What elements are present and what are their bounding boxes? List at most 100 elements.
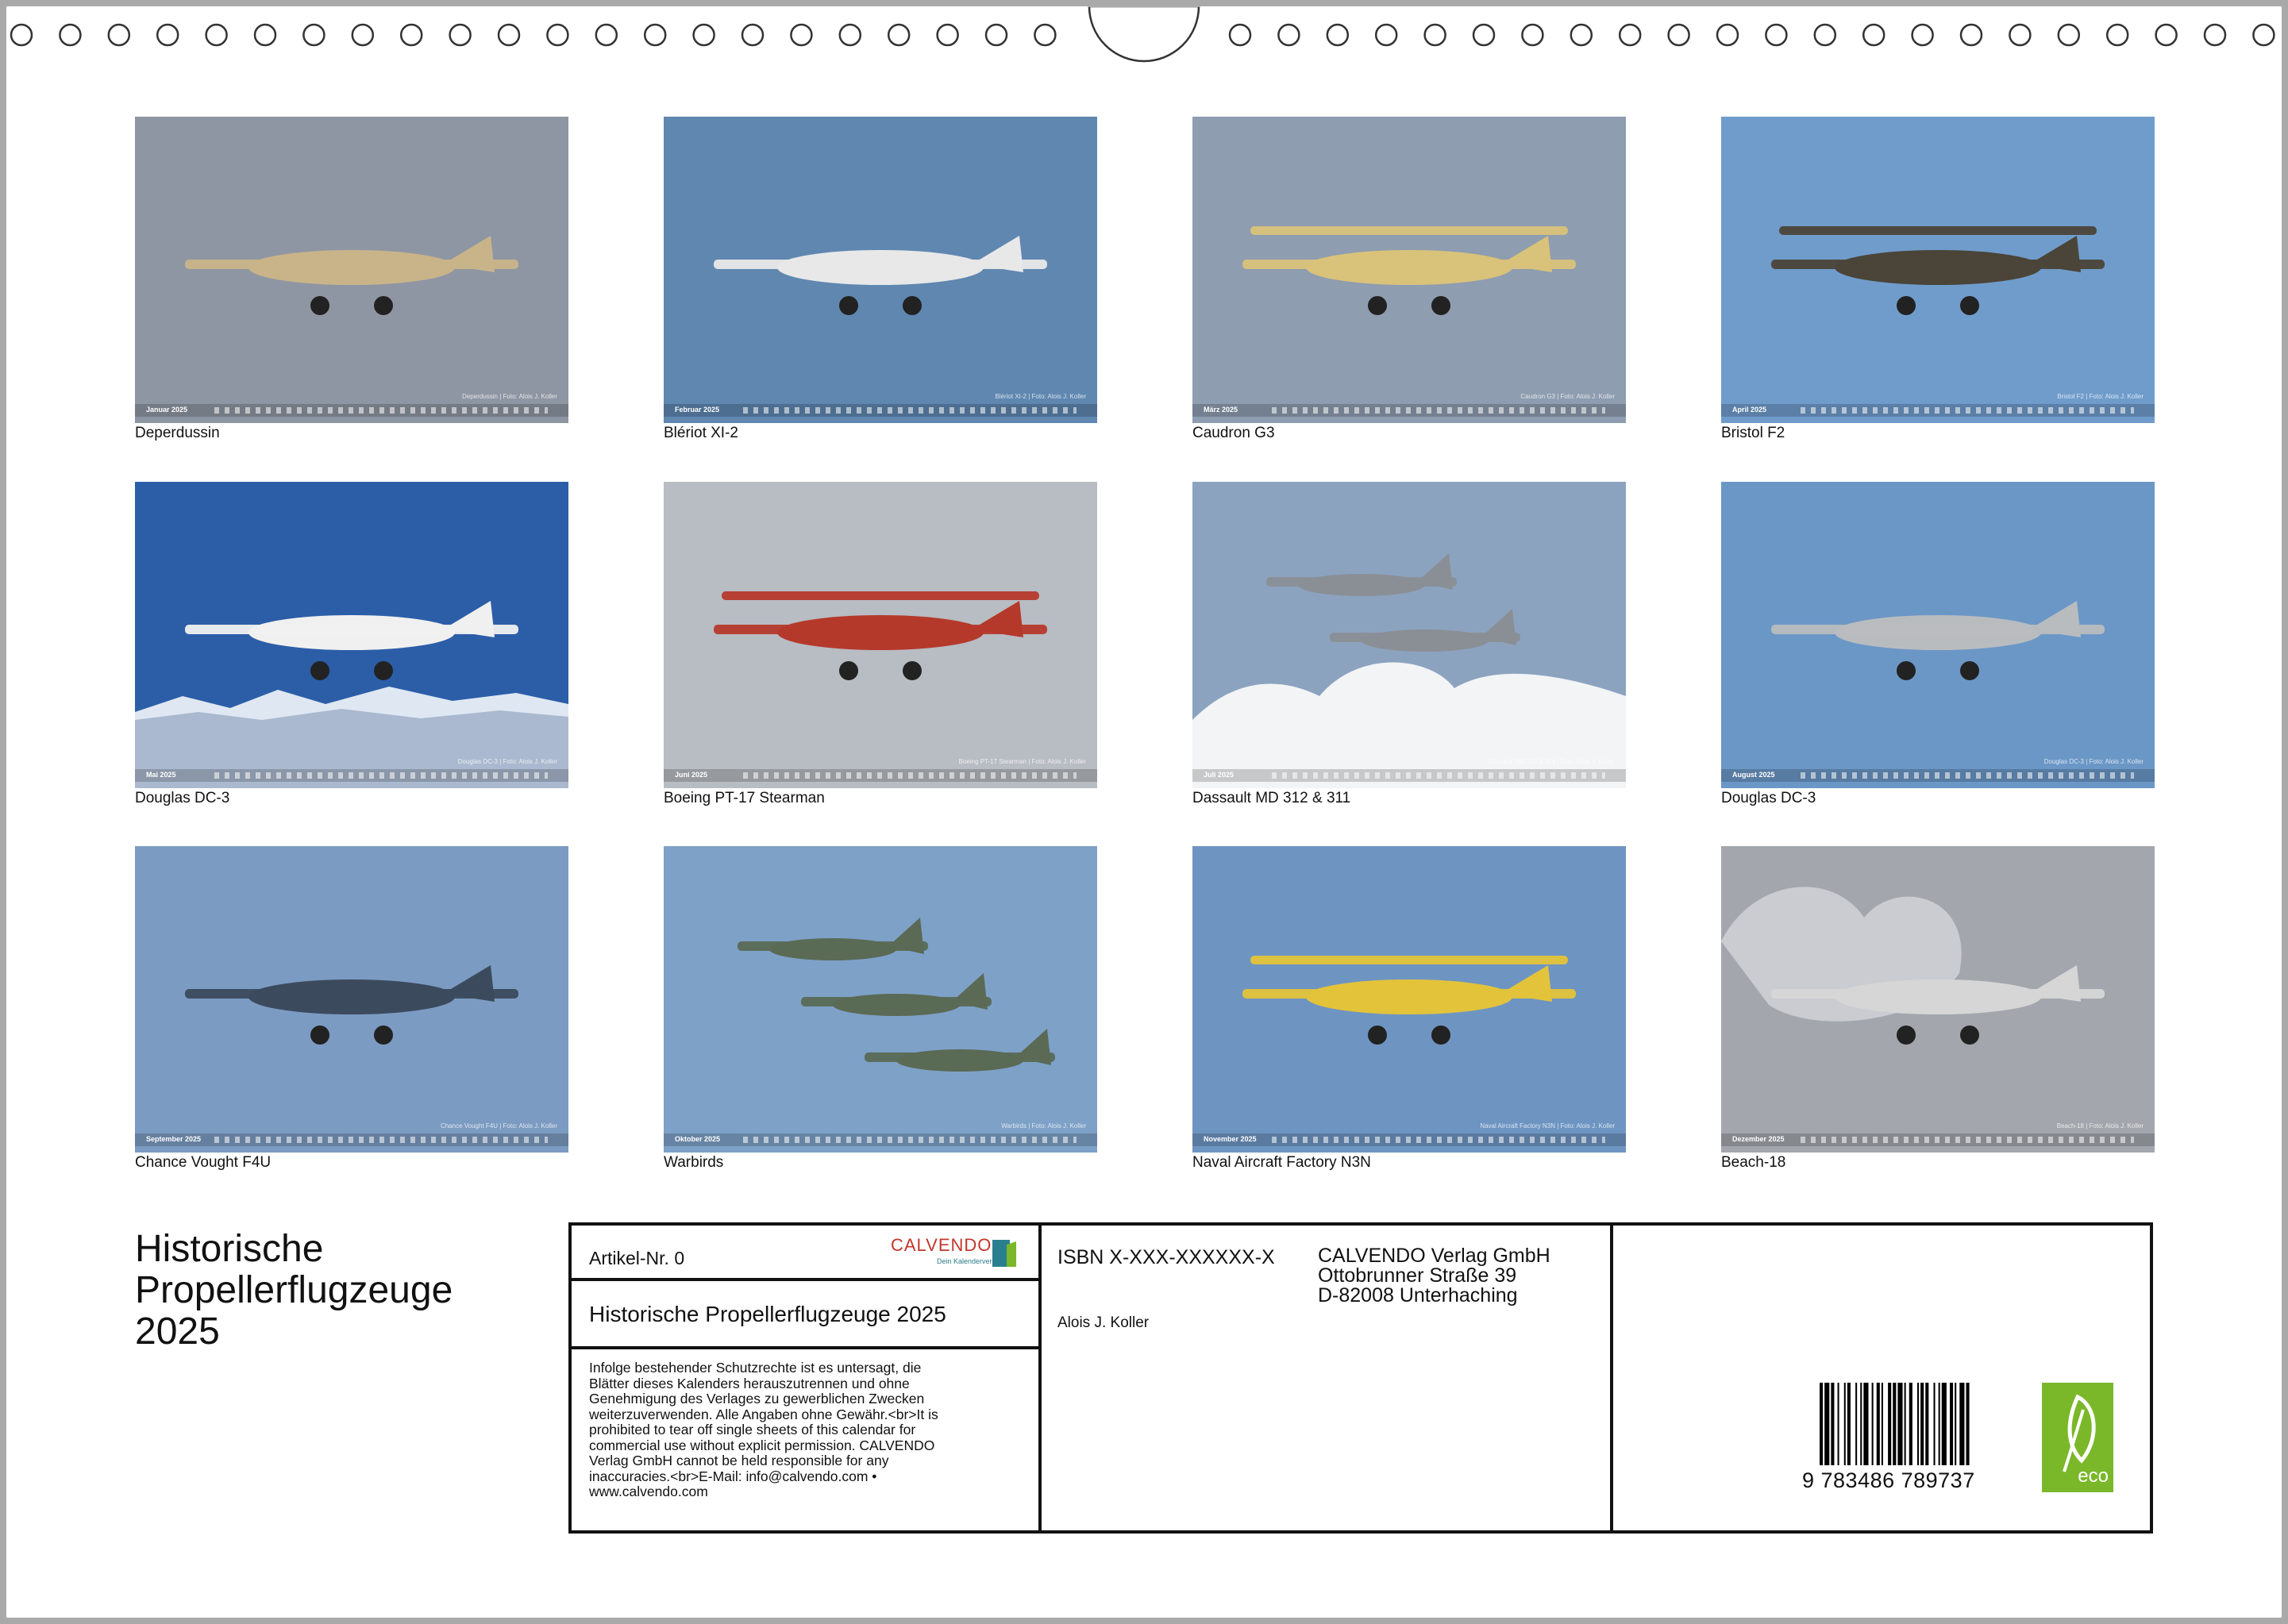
binding-hole <box>1521 23 1544 47</box>
binding-hole <box>2057 23 2081 47</box>
thumbnail-caption: Douglas DC-3 <box>135 790 230 806</box>
binding-hole <box>1618 23 1642 47</box>
aircraft-photo <box>1192 846 1626 1153</box>
day-cells <box>214 407 548 414</box>
binding-hole <box>1228 23 1252 47</box>
month-thumbnail: August 2025 Douglas DC-3 | Foto: Alois J… <box>1721 482 2155 788</box>
binding-hole <box>10 23 33 47</box>
legal-line: inaccuracies.<br>E-Mail: info@calvendo.c… <box>589 1468 877 1484</box>
binding-hole <box>1716 23 1739 47</box>
eco-label: eco <box>2078 1465 2109 1487</box>
photo-credit: Deperdussin | Foto: Alois J. Koller <box>462 393 557 400</box>
month-name: Juni 2025 <box>675 771 708 779</box>
binding-hole <box>2203 23 2227 47</box>
month-calendar-strip: September 2025 Chance Vought F4U | Foto:… <box>135 1122 568 1146</box>
binding-hole <box>1911 23 1934 47</box>
binding-hole <box>1374 23 1398 47</box>
publisher-address: CALVENDO Verlag GmbH Ottobrunner Straße … <box>1318 1246 1550 1306</box>
month-thumbnail: Februar 2025 Blériot XI-2 | Foto: Alois … <box>664 117 1097 423</box>
binding-hole <box>1326 23 1350 47</box>
photo-credit: Douglas DC-3 | Foto: Alois J. Koller <box>2043 758 2144 765</box>
month-name: Juli 2025 <box>1204 771 1235 779</box>
author: Alois J. Koller <box>1057 1314 1150 1331</box>
ean-barcode: 9 783486 789737 <box>1802 1383 1997 1492</box>
divider <box>572 1346 1038 1349</box>
photo-credit: Chance Vought F4U | Foto: Alois J. Kolle… <box>440 1122 557 1129</box>
thumbnail-caption: Bristol F2 <box>1721 425 1785 441</box>
month-thumbnail: Juli 2025 Dassault MD 312 & 311 | Foto: … <box>1192 482 1626 788</box>
month-calendar-strip: Juni 2025 Boeing PT-17 Stearman | Foto: … <box>664 758 1097 782</box>
month-thumbnail: Juni 2025 Boeing PT-17 Stearman | Foto: … <box>664 482 1097 788</box>
aircraft-photo <box>135 482 568 788</box>
month-thumbnail: Dezember 2025 Beach-18 | Foto: Alois J. … <box>1721 846 2155 1153</box>
month-calendar-strip: Oktober 2025 Warbirds | Foto: Alois J. K… <box>664 1122 1097 1146</box>
binding-hole <box>643 23 667 47</box>
calvendo-logo-text: CALVENDO <box>891 1235 992 1255</box>
binding-hole <box>790 23 813 47</box>
isbn: ISBN X-XXX-XXXXXX-X <box>1057 1246 1275 1268</box>
binding-hole <box>2009 23 2032 47</box>
binding-hole <box>205 23 228 47</box>
aircraft-photo <box>1721 482 2155 788</box>
binding-hole <box>984 23 1008 47</box>
binding-hole <box>1472 23 1496 47</box>
binding-hole <box>2155 23 2178 47</box>
month-thumbnail: April 2025 Bristol F2 | Foto: Alois J. K… <box>1721 117 2155 423</box>
photo-credit: Caudron G3 | Foto: Alois J. Koller <box>1520 393 1615 400</box>
thumbnail-caption: Douglas DC-3 <box>1721 790 1816 806</box>
binding-hole <box>302 23 325 47</box>
binding-hole <box>59 23 82 47</box>
binding-hole <box>595 23 618 47</box>
binding-hole <box>546 23 569 47</box>
aircraft-photo <box>1192 482 1626 788</box>
binding-hole <box>1862 23 1885 47</box>
calvendo-logo: CALVENDO Dein Kalenderverlag <box>891 1233 1026 1270</box>
photo-credit: Bristol F2 | Foto: Alois J. Koller <box>2057 393 2144 400</box>
photo-credit: Beach-18 | Foto: Alois J. Koller <box>2056 1122 2144 1129</box>
legal-line: Verlag GmbH cannot be held responsible f… <box>589 1453 889 1468</box>
legal-line: www.calvendo.com <box>589 1484 708 1499</box>
aircraft-photo <box>664 117 1097 423</box>
month-thumbnail: März 2025 Caudron G3 | Foto: Alois J. Ko… <box>1192 117 1626 423</box>
aircraft-photo <box>1721 117 2155 423</box>
thumbnail-caption: Deperdussin <box>135 425 220 441</box>
month-name: September 2025 <box>146 1135 202 1143</box>
month-thumbnail: September 2025 Chance Vought F4U | Foto:… <box>135 846 568 1153</box>
title-line-1: Historische <box>135 1228 324 1270</box>
legal-line: Genehmigung des Verlages zu gewerblichen… <box>589 1391 925 1407</box>
day-cells <box>743 1137 1077 1143</box>
binding-hole <box>497 23 521 47</box>
day-cells <box>743 407 1077 414</box>
day-cells <box>214 1137 548 1143</box>
calvendo-logo-icon <box>992 1240 1016 1267</box>
binding-hole <box>1667 23 1690 47</box>
thumbnail-caption: Warbirds <box>664 1154 724 1171</box>
month-name: Oktober 2025 <box>675 1135 721 1143</box>
divider <box>572 1278 1038 1281</box>
binding-hole <box>107 23 131 47</box>
eco-badge: eco <box>2042 1383 2113 1492</box>
day-cells <box>1801 407 2134 414</box>
legal-line: weiterzuverwenden. Alle Angaben ohne Gew… <box>589 1406 938 1422</box>
publisher-street: Ottobrunner Straße 39 <box>1318 1264 1517 1287</box>
aircraft-photo <box>135 117 568 423</box>
publisher-city: D-82008 Unterhaching <box>1318 1284 1518 1307</box>
month-name: April 2025 <box>1732 406 1767 414</box>
photo-credit: Douglas DC-3 | Foto: Alois J. Koller <box>457 758 557 765</box>
month-calendar-strip: Februar 2025 Blériot XI-2 | Foto: Alois … <box>664 393 1097 417</box>
month-name: Mai 2025 <box>146 771 176 779</box>
aircraft-photo <box>664 846 1097 1153</box>
binding-hole <box>351 23 375 47</box>
thumbnail-caption: Boeing PT-17 Stearman <box>664 790 825 806</box>
binding-hole <box>936 23 959 47</box>
barcode-bars <box>1820 1383 1970 1465</box>
binding-hole <box>1959 23 1983 47</box>
month-name: Februar 2025 <box>675 406 720 414</box>
divider <box>1610 1226 1613 1530</box>
binding-hole <box>887 23 911 47</box>
publisher-name: CALVENDO Verlag GmbH <box>1318 1245 1550 1267</box>
day-cells <box>214 772 548 779</box>
day-cells <box>1272 1137 1605 1143</box>
binding-hole <box>1423 23 1446 47</box>
aircraft-photo <box>135 846 568 1153</box>
